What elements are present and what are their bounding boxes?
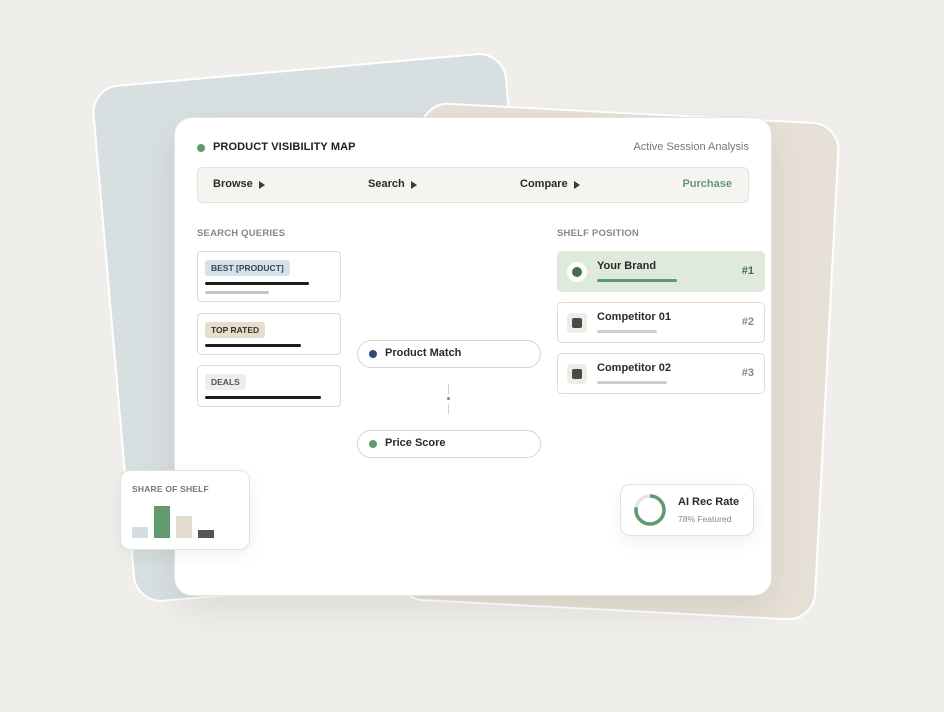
shelf-item-name: Your Brand: [597, 260, 657, 272]
ai-rec-ring-icon: [634, 494, 666, 526]
share-of-shelf-bar: [154, 506, 170, 538]
arrow-right-icon: [410, 180, 417, 189]
shelf-position-label: SHELF POSITION: [557, 228, 639, 239]
share-of-shelf-bar: [176, 516, 192, 538]
shelf-item-bar: [597, 330, 657, 333]
step-compare[interactable]: Compare: [520, 178, 580, 190]
query-bar: [205, 282, 309, 285]
ai-rec-rate-card[interactable]: AI Rec Rate 78% Featured: [620, 484, 754, 536]
shelf-item-competitor-01[interactable]: Competitor 01 #2: [557, 302, 765, 343]
brand-circle-icon: [567, 262, 587, 282]
arrow-right-icon: [258, 180, 265, 189]
query-tag: BEST [PRODUCT]: [205, 260, 290, 276]
page-title: PRODUCT VISIBILITY MAP: [213, 141, 356, 153]
share-of-shelf-card[interactable]: SHARE OF SHELF: [120, 470, 250, 550]
step-purchase[interactable]: Purchase: [682, 178, 732, 190]
query-tag: TOP RATED: [205, 322, 266, 338]
query-card[interactable]: TOP RATED: [197, 313, 341, 355]
journey-pipeline: Browse Search Compare Purchase: [197, 167, 749, 203]
search-queries-label: SEARCH QUERIES: [197, 228, 286, 239]
shelf-item-your-brand[interactable]: Your Brand #1: [557, 251, 765, 292]
query-card[interactable]: DEALS: [197, 365, 341, 407]
price-score-label: Price Score: [385, 437, 446, 449]
flow-connector: [447, 384, 450, 414]
query-tag: DEALS: [205, 374, 246, 390]
arrow-right-icon: [573, 180, 580, 189]
shelf-item-bar: [597, 381, 667, 384]
step-browse[interactable]: Browse: [213, 178, 265, 190]
competitor-square-icon: [567, 364, 587, 384]
product-match-node[interactable]: Product Match: [357, 340, 541, 368]
ai-rec-subtitle: 78% Featured: [678, 514, 732, 524]
product-match-label: Product Match: [385, 347, 462, 359]
share-of-shelf-bar: [132, 527, 148, 538]
shelf-rank-badge: #1: [741, 265, 754, 277]
shelf-item-bar: [597, 279, 677, 282]
status-dot-icon: [197, 144, 205, 152]
query-bar: [205, 396, 321, 399]
connector-dot-icon: [447, 397, 450, 400]
query-bar-secondary: [205, 291, 269, 294]
shelf-rank-badge: #3: [741, 367, 754, 379]
product-match-dot-icon: [369, 350, 377, 358]
price-score-dot-icon: [369, 440, 377, 448]
price-score-node[interactable]: Price Score: [357, 430, 541, 458]
query-bar: [205, 344, 301, 347]
share-of-shelf-bar: [198, 530, 214, 538]
competitor-square-icon: [567, 313, 587, 333]
session-subtitle: Active Session Analysis: [633, 141, 749, 153]
shelf-item-competitor-02[interactable]: Competitor 02 #3: [557, 353, 765, 394]
panel-header: PRODUCT VISIBILITY MAP Active Session An…: [197, 140, 749, 158]
shelf-item-name: Competitor 01: [597, 311, 671, 323]
share-of-shelf-title: SHARE OF SHELF: [132, 484, 209, 494]
shelf-item-name: Competitor 02: [597, 362, 671, 374]
step-search[interactable]: Search: [368, 178, 417, 190]
ai-rec-title: AI Rec Rate: [678, 496, 740, 508]
shelf-rank-badge: #2: [741, 316, 754, 328]
query-card[interactable]: BEST [PRODUCT]: [197, 251, 341, 302]
